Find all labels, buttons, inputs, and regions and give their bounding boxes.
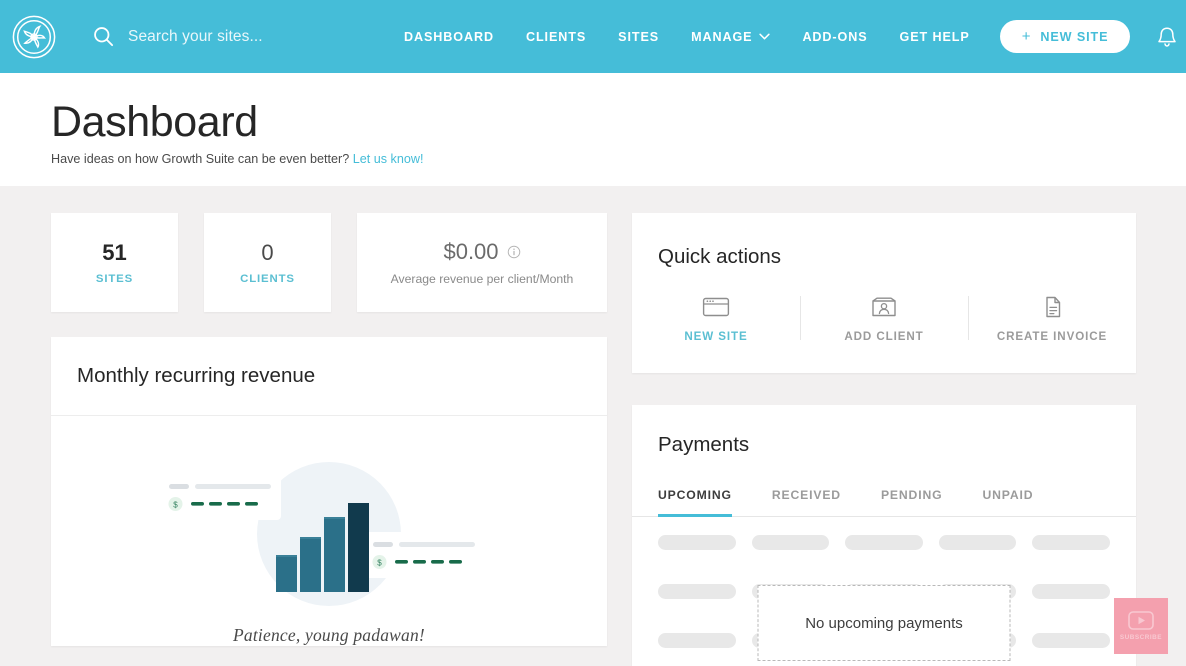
skeleton-cell (938, 535, 1017, 550)
nav-link-add-ons[interactable]: ADD-ONS (786, 20, 883, 54)
mrr-title: Monthly recurring revenue (77, 364, 316, 387)
quick-actions-card: Quick actions NEW SITE ADD CLIENT CREATE… (632, 213, 1136, 373)
page-subtitle-text: Have ideas on how Growth Suite can be ev… (51, 152, 353, 167)
plus-icon: + (1021, 28, 1032, 45)
payments-tabs: UPCOMING RECEIVED PENDING UNPAID (632, 487, 1136, 517)
nav-link-clients-label: CLIENTS (525, 29, 587, 44)
tab-unpaid[interactable]: UNPAID (982, 488, 1033, 517)
quick-action-add-client[interactable]: ADD CLIENT (800, 295, 968, 343)
svg-text:$: $ (377, 559, 382, 568)
quick-action-add-client-label: ADD CLIENT (844, 330, 924, 343)
nav-link-add-ons-label: ADD-ONS (802, 29, 868, 44)
page-title: Dashboard (51, 98, 258, 146)
nav-link-sites-label: SITES (618, 29, 660, 44)
monthly-recurring-revenue-card: Monthly recurring revenue $ $ Patience, … (51, 337, 607, 646)
chevron-down-icon (759, 33, 771, 40)
left-column: 51 SITES 0 CLIENTS $0.00 Average revenue… (51, 213, 607, 646)
stat-card-clients[interactable]: 0 CLIENTS (204, 213, 331, 312)
search-box[interactable] (92, 25, 388, 48)
new-site-button[interactable]: + NEW SITE (999, 20, 1131, 53)
quick-actions-title: Quick actions (658, 245, 782, 268)
quick-action-new-site[interactable]: NEW SITE (632, 295, 800, 343)
stat-value-average-revenue-row: $0.00 (443, 239, 520, 265)
document-invoice-icon (1046, 296, 1061, 318)
brand-logo[interactable] (10, 13, 58, 61)
skeleton-cell (845, 535, 923, 550)
client-card-icon (872, 297, 896, 317)
tab-upcoming[interactable]: UPCOMING (658, 488, 732, 517)
skeleton-cell (658, 584, 736, 599)
bar-chart-illustration: $ $ (159, 462, 485, 606)
table-row (658, 535, 1110, 550)
stat-value-average-revenue: $0.00 (443, 239, 499, 265)
skeleton-cell (658, 535, 736, 550)
page-header: Dashboard Have ideas on how Growth Suite… (0, 73, 1186, 186)
nav-link-manage[interactable]: MANAGE (675, 20, 786, 54)
stat-card-average-revenue[interactable]: $0.00 Average revenue per client/Month (357, 213, 607, 312)
nav-link-get-help[interactable]: GET HELP (884, 20, 986, 54)
stat-label-clients: CLIENTS (240, 272, 295, 285)
nav-link-clients[interactable]: CLIENTS (510, 20, 602, 54)
top-navigation-bar: DASHBOARD CLIENTS SITES MANAGE ADD-ONS G… (0, 0, 1186, 73)
nav-link-get-help-label: GET HELP (899, 29, 970, 44)
info-icon[interactable] (507, 245, 521, 259)
search-input[interactable] (128, 27, 388, 46)
nav-link-dashboard[interactable]: DASHBOARD (388, 20, 510, 54)
quick-action-create-invoice[interactable]: CREATE INVOICE (968, 295, 1136, 343)
svg-text:$: $ (173, 501, 178, 510)
subscribe-widget-label: SUBSCRIBE (1119, 634, 1163, 641)
stat-label-sites: SITES (95, 272, 134, 285)
pinwheel-logo-icon (12, 15, 56, 58)
skeleton-cell (1032, 584, 1110, 599)
payments-card: Payments UPCOMING RECEIVED PENDING UNPAI… (632, 405, 1136, 666)
new-site-button-label: NEW SITE (1040, 29, 1109, 44)
notifications-button[interactable] (1152, 21, 1182, 53)
quick-action-new-site-label: NEW SITE (684, 330, 748, 343)
tab-received[interactable]: RECEIVED (772, 488, 841, 517)
skeleton-cell (658, 633, 736, 648)
stat-card-sites[interactable]: 51 SITES (51, 213, 178, 312)
payments-title: Payments (658, 433, 750, 456)
notification-bell-icon (1158, 26, 1177, 47)
mrr-caption: Patience, young padawan! (233, 625, 425, 645)
skeleton-cell (1032, 633, 1110, 648)
nav-link-dashboard-label: DASHBOARD (404, 29, 494, 44)
youtube-play-icon (1128, 611, 1154, 630)
let-us-know-link[interactable]: Let us know! (353, 152, 424, 166)
skeleton-cell (751, 535, 830, 550)
quick-action-create-invoice-label: CREATE INVOICE (996, 330, 1108, 343)
mrr-header: Monthly recurring revenue (51, 337, 607, 416)
subscribe-widget[interactable]: SUBSCRIBE (1114, 598, 1168, 654)
search-icon (94, 27, 114, 47)
right-column: Quick actions NEW SITE ADD CLIENT CREATE… (632, 213, 1136, 666)
empty-state-message: No upcoming payments (757, 585, 1011, 661)
browser-window-icon (702, 297, 730, 317)
skeleton-cell (1032, 535, 1110, 550)
nav-link-sites[interactable]: SITES (602, 20, 675, 54)
nav-link-manage-label: MANAGE (691, 29, 753, 44)
tab-pending[interactable]: PENDING (881, 488, 942, 517)
mrr-body: $ $ Patience, young padawan! (51, 416, 607, 646)
main-content: 51 SITES 0 CLIENTS $0.00 Average revenue… (0, 186, 1186, 666)
quick-actions-row: NEW SITE ADD CLIENT CREATE INVOICE (632, 295, 1136, 343)
stat-label-average-revenue: Average revenue per client/Month (390, 271, 574, 286)
nav-links: DASHBOARD CLIENTS SITES MANAGE ADD-ONS G… (388, 18, 1186, 55)
stats-row: 51 SITES 0 CLIENTS $0.00 Average revenue… (51, 213, 607, 312)
stat-value-clients: 0 (261, 240, 274, 266)
page-subtitle: Have ideas on how Growth Suite can be ev… (51, 152, 1186, 166)
stat-value-sites: 51 (102, 240, 127, 266)
